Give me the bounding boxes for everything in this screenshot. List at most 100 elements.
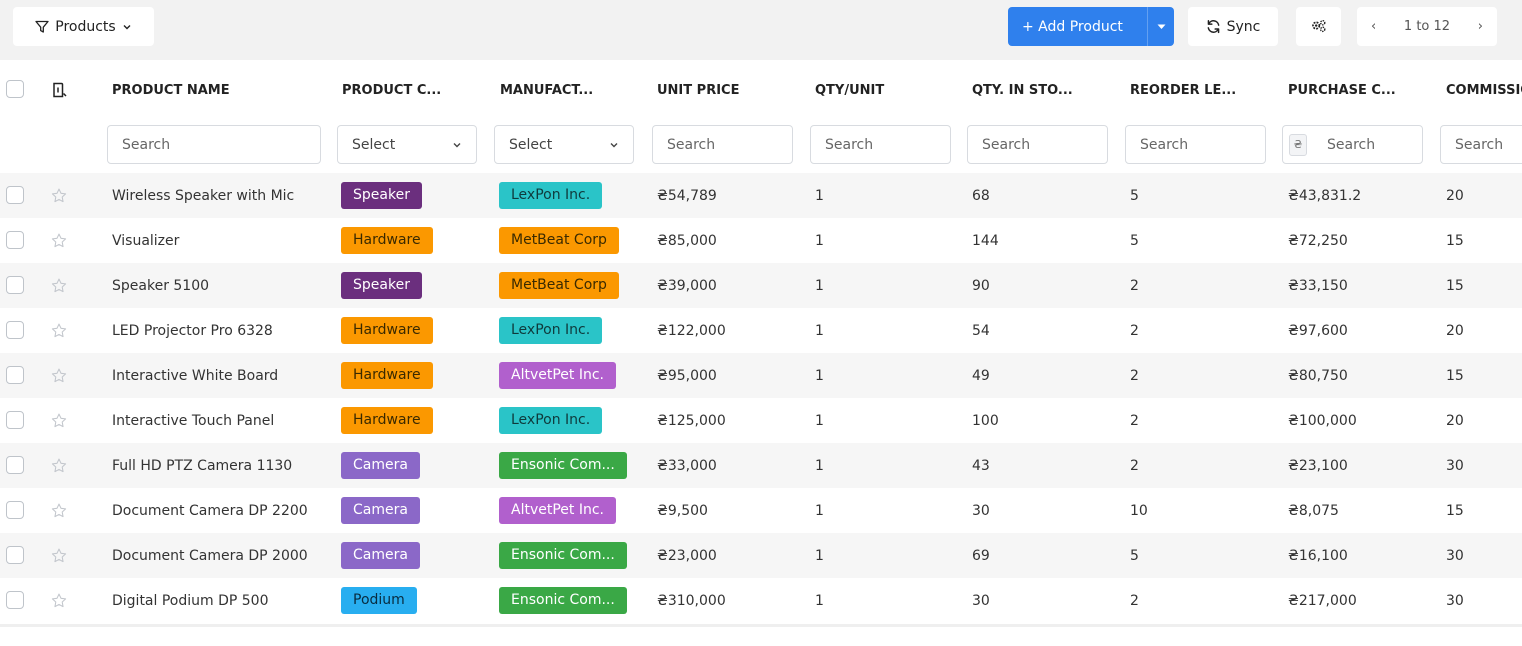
- cell-reorder-level: 2: [1130, 592, 1139, 609]
- cell-reorder-level: 10: [1130, 502, 1148, 519]
- favorite-star-icon[interactable]: [50, 218, 68, 263]
- cell-reorder-level: 2: [1130, 322, 1139, 339]
- cell-manufacturer: Ensonic Com...: [499, 443, 627, 488]
- favorite-star-icon[interactable]: [50, 308, 68, 353]
- cell-qty-unit: 1: [815, 322, 824, 339]
- product-category-select[interactable]: Select: [337, 125, 477, 164]
- category-badge: Speaker: [341, 272, 422, 299]
- settings-button[interactable]: [1296, 7, 1341, 46]
- table-row[interactable]: Speaker 5100 Speaker MetBeat Corp ₴39,000 1 9…: [0, 263, 1522, 308]
- table-row[interactable]: Interactive White Board Hardware AltvetPet…: [0, 353, 1522, 398]
- cell-qty-in-stock: 100: [972, 412, 999, 429]
- favorite-star-icon[interactable]: [50, 263, 68, 308]
- column-qty-in-stock[interactable]: QTY. IN STO...: [972, 60, 1102, 120]
- column-product-name[interactable]: PRODUCT NAME: [112, 60, 322, 120]
- table-row[interactable]: Digital Podium DP 500 Podium Ensonic Com..…: [0, 578, 1522, 623]
- favorite-star-icon[interactable]: [50, 398, 68, 443]
- cell-purchase-cost: ₴97,600: [1288, 322, 1348, 339]
- favorite-star-icon[interactable]: [50, 533, 68, 578]
- products-filter-button[interactable]: Products: [13, 7, 154, 46]
- cell-qty-in-stock: 54: [972, 322, 990, 339]
- table-row[interactable]: Document Camera DP 2200 Camera AltvetPet I…: [0, 488, 1522, 533]
- column-qty-unit[interactable]: QTY/UNIT: [815, 60, 945, 120]
- column-reorder-level[interactable]: REORDER LE...: [1130, 60, 1260, 120]
- cell-product-name: Speaker 5100: [112, 277, 210, 294]
- caret-down-icon: [1157, 24, 1165, 29]
- row-checkbox[interactable]: [6, 501, 24, 519]
- gear-icon: [1312, 19, 1326, 33]
- cell-product-category: Hardware: [341, 308, 433, 353]
- cell-reorder-level: 5: [1130, 547, 1139, 564]
- cell-reorder-level: 2: [1130, 457, 1139, 474]
- cell-unit-price: ₴310,000: [657, 592, 726, 609]
- row-checkbox[interactable]: [6, 591, 24, 609]
- column-manufacturer[interactable]: MANUFACT...: [500, 60, 630, 120]
- table-bottom-divider: [0, 624, 1522, 627]
- cell-product-name: LED Projector Pro 6328: [112, 322, 273, 339]
- reorder-level-search-input[interactable]: Search: [1125, 125, 1266, 164]
- manufacturer-select[interactable]: Select: [494, 125, 634, 164]
- cell-purchase-cost: ₴43,831.2: [1288, 187, 1362, 204]
- qty-stock-search-input[interactable]: Search: [967, 125, 1108, 164]
- unit-price-search-input[interactable]: Search: [652, 125, 793, 164]
- qty-unit-search-input[interactable]: Search: [810, 125, 951, 164]
- add-product-label: + Add Product: [1022, 18, 1123, 35]
- row-checkbox[interactable]: [6, 456, 24, 474]
- cell-qty-in-stock: 30: [972, 592, 990, 609]
- category-badge: Hardware: [341, 407, 433, 434]
- sync-button[interactable]: Sync: [1188, 7, 1278, 46]
- cell-purchase-cost: ₴80,750: [1288, 367, 1348, 384]
- cell-product-name: Digital Podium DP 500: [112, 592, 269, 609]
- column-purchase-cost[interactable]: PURCHASE C...: [1288, 60, 1428, 120]
- select-all-checkbox[interactable]: [6, 80, 24, 98]
- product-name-search-input[interactable]: Search: [107, 125, 321, 164]
- cell-product-category: Speaker: [341, 173, 422, 218]
- prev-page-icon[interactable]: ‹: [1371, 19, 1376, 34]
- product-category-select-value: Select: [352, 136, 396, 153]
- row-checkbox[interactable]: [6, 231, 24, 249]
- row-checkbox[interactable]: [6, 186, 24, 204]
- cell-qty-unit: 1: [815, 502, 824, 519]
- purchase-cost-search-placeholder: Search: [1327, 136, 1376, 153]
- next-page-icon[interactable]: ›: [1478, 19, 1483, 34]
- cell-manufacturer: LexPon Inc.: [499, 173, 603, 218]
- table-row[interactable]: Interactive Touch Panel Hardware LexPon In…: [0, 398, 1522, 443]
- add-product-dropdown[interactable]: [1147, 7, 1174, 46]
- cell-commission: 15: [1446, 502, 1464, 519]
- column-unit-price[interactable]: UNIT PRICE: [657, 60, 787, 120]
- row-checkbox[interactable]: [6, 366, 24, 384]
- cell-commission: 20: [1446, 187, 1464, 204]
- manufacturer-badge: LexPon Inc.: [499, 182, 603, 209]
- row-checkbox[interactable]: [6, 411, 24, 429]
- cell-reorder-level: 2: [1130, 412, 1139, 429]
- column-chooser-icon[interactable]: [52, 60, 72, 120]
- cell-qty-unit: 1: [815, 187, 824, 204]
- cell-qty-unit: 1: [815, 547, 824, 564]
- table-row[interactable]: Full HD PTZ Camera 1130 Camera Ensonic Com…: [0, 443, 1522, 488]
- purchase-cost-search-input[interactable]: ₴ Search: [1282, 125, 1423, 164]
- add-product-button[interactable]: + Add Product: [1008, 7, 1174, 46]
- favorite-star-icon[interactable]: [50, 353, 68, 398]
- cell-unit-price: ₴95,000: [657, 367, 717, 384]
- favorite-star-icon[interactable]: [50, 173, 68, 218]
- column-product-category[interactable]: PRODUCT C...: [342, 60, 472, 120]
- column-commission[interactable]: COMMISSION: [1446, 60, 1522, 120]
- favorite-star-icon[interactable]: [50, 443, 68, 488]
- row-checkbox[interactable]: [6, 276, 24, 294]
- table-row[interactable]: LED Projector Pro 6328 Hardware LexPon Inc…: [0, 308, 1522, 353]
- favorite-star-icon[interactable]: [50, 488, 68, 533]
- cell-purchase-cost: ₴16,100: [1288, 547, 1348, 564]
- table-row[interactable]: Document Camera DP 2000 Camera Ensonic Com…: [0, 533, 1522, 578]
- row-checkbox[interactable]: [6, 546, 24, 564]
- category-badge: Speaker: [341, 182, 422, 209]
- cell-purchase-cost: ₴100,000: [1288, 412, 1357, 429]
- table-row[interactable]: Visualizer Hardware MetBeat Corp ₴85,000 1 14…: [0, 218, 1522, 263]
- row-checkbox[interactable]: [6, 321, 24, 339]
- cell-unit-price: ₴39,000: [657, 277, 717, 294]
- cell-product-category: Camera: [341, 443, 420, 488]
- table-row[interactable]: Wireless Speaker with Mic Speaker LexPon I…: [0, 173, 1522, 218]
- commission-search-input[interactable]: Search: [1440, 125, 1522, 164]
- chevron-down-icon: [453, 142, 461, 147]
- favorite-star-icon[interactable]: [50, 578, 68, 623]
- category-badge: Hardware: [341, 362, 433, 389]
